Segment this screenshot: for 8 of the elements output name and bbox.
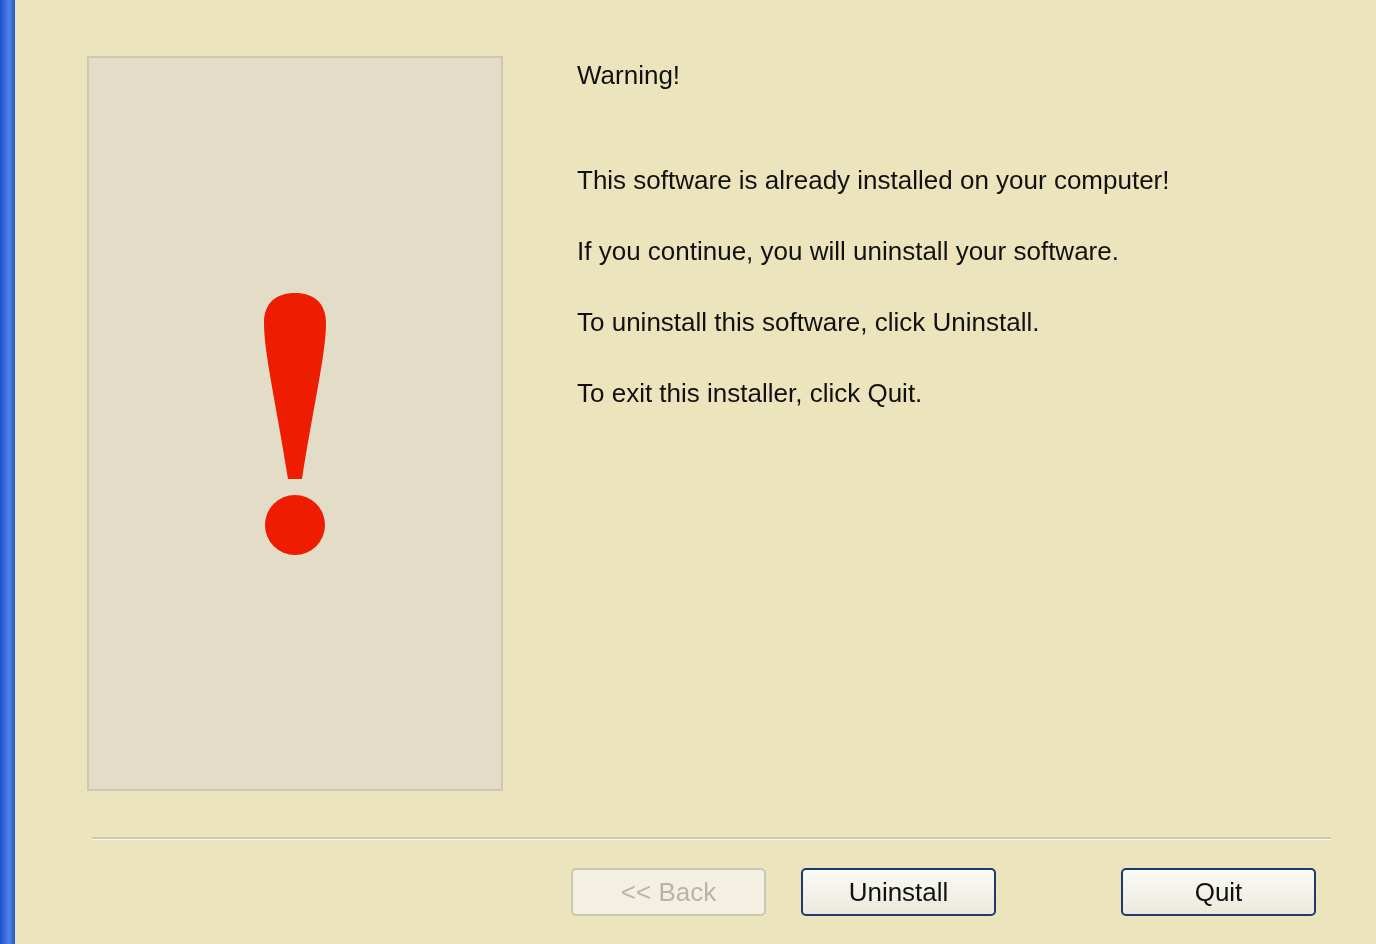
message-text: To exit this installer, click Quit. bbox=[577, 378, 924, 409]
message-text: To uninstall this software, click Uninstall. bbox=[577, 307, 1041, 338]
message-text: This software is already installed on your computer! bbox=[577, 165, 1170, 196]
uninstall-button[interactable]: Uninstall bbox=[801, 868, 996, 916]
warning-title: Warning! bbox=[577, 60, 682, 91]
message-text: If you continue, you will uninstall your software. bbox=[577, 236, 1120, 267]
exclamation-icon bbox=[264, 292, 326, 555]
quit-button[interactable]: Quit bbox=[1121, 868, 1316, 916]
